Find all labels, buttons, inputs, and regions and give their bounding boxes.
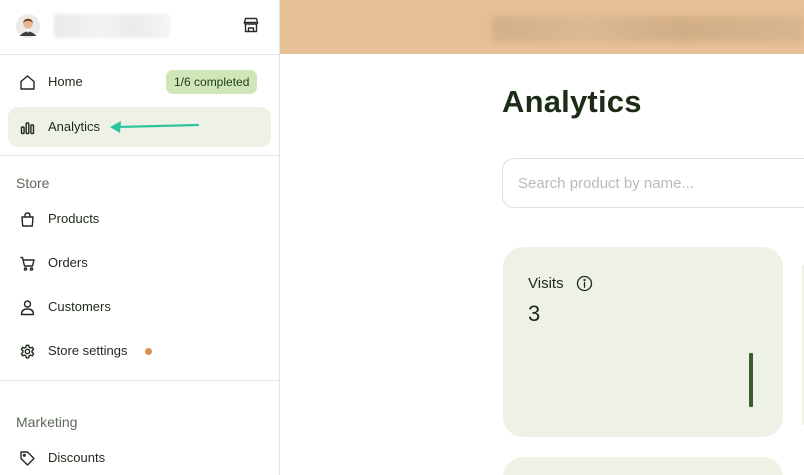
section-heading-marketing: Marketing bbox=[16, 414, 78, 430]
sidebar-divider bbox=[0, 54, 279, 55]
notification-dot bbox=[145, 348, 152, 355]
sidebar-item-label: Customers bbox=[48, 299, 111, 314]
visits-card: Visits 3 bbox=[503, 247, 783, 437]
search-box[interactable] bbox=[502, 158, 804, 208]
storefront-icon[interactable] bbox=[242, 16, 260, 34]
sidebar-item-store-settings[interactable]: Store settings bbox=[8, 331, 271, 371]
app-window: T Home 1/6 completed Analytics bbox=[0, 0, 804, 475]
sidebar-item-customers[interactable]: Customers bbox=[8, 287, 271, 327]
top-banner bbox=[280, 0, 804, 54]
sidebar: T Home 1/6 completed Analytics bbox=[0, 0, 280, 475]
sidebar-item-discounts[interactable]: Discounts bbox=[8, 438, 271, 475]
info-icon[interactable] bbox=[576, 275, 593, 292]
home-icon bbox=[20, 75, 35, 90]
search-input[interactable] bbox=[518, 159, 804, 207]
bar-chart-icon bbox=[20, 122, 35, 135]
main-content: Analytics Visits 3 bbox=[280, 0, 804, 475]
user-icon bbox=[20, 300, 35, 316]
card-title: Visits bbox=[528, 275, 564, 292]
banner-message bbox=[492, 16, 804, 42]
sidebar-item-label: Discounts bbox=[48, 450, 106, 465]
cart-icon bbox=[20, 256, 35, 271]
section-heading-store: Store bbox=[16, 175, 50, 191]
sidebar-item-products[interactable]: Products bbox=[8, 199, 271, 239]
sidebar-item-label: Products bbox=[48, 211, 100, 226]
sparkline-bar bbox=[749, 353, 753, 407]
tag-icon bbox=[20, 451, 35, 466]
onboarding-progress-badge[interactable]: 1/6 completed bbox=[166, 70, 258, 94]
sidebar-header: T bbox=[0, 0, 279, 54]
annotation-arrow-icon bbox=[110, 121, 200, 133]
sidebar-item-orders[interactable]: Orders bbox=[8, 243, 271, 283]
avatar[interactable] bbox=[16, 14, 40, 38]
store-name[interactable]: T bbox=[54, 14, 170, 38]
page-title: Analytics bbox=[502, 84, 642, 119]
next-card-top bbox=[503, 457, 783, 475]
sidebar-item-home[interactable]: Home 1/6 completed bbox=[8, 62, 271, 102]
card-value: 3 bbox=[528, 301, 541, 326]
shopping-bag-icon bbox=[21, 212, 34, 227]
sidebar-item-label: Orders bbox=[48, 255, 88, 270]
gear-icon bbox=[20, 344, 35, 359]
sidebar-divider bbox=[0, 155, 279, 156]
sidebar-item-label: Analytics bbox=[48, 119, 101, 134]
sidebar-item-label: Store settings bbox=[48, 343, 128, 358]
sidebar-item-label: Home bbox=[48, 74, 83, 89]
sidebar-divider bbox=[0, 380, 279, 381]
